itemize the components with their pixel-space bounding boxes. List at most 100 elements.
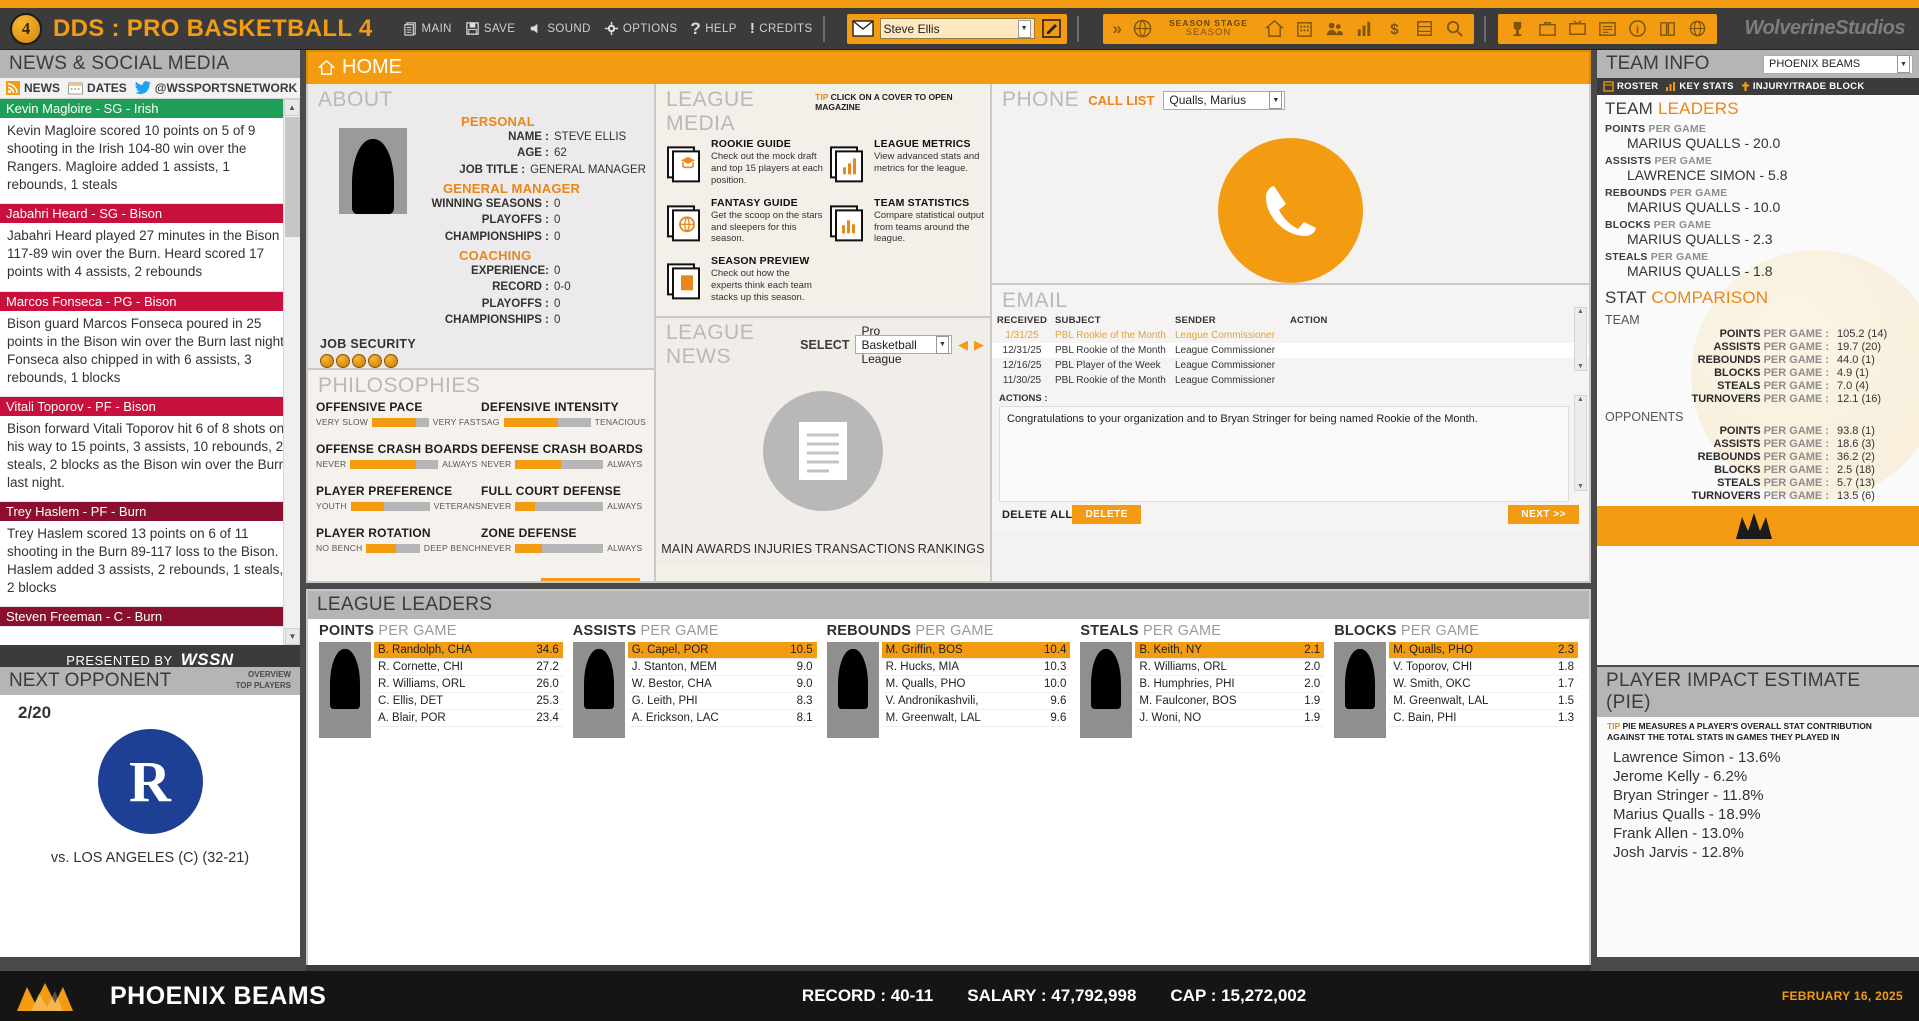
phone-button[interactable]: [1218, 138, 1363, 283]
magazine-cover[interactable]: ROOKIE GUIDE Check out the mock draft and…: [660, 138, 823, 187]
philosophy-slider[interactable]: [515, 459, 604, 469]
info-icon[interactable]: i: [1628, 19, 1647, 38]
home-icon[interactable]: [1264, 19, 1284, 38]
philosophy-slider[interactable]: [350, 459, 439, 469]
link-overview[interactable]: OVERVIEW: [248, 670, 291, 679]
pie-row[interactable]: Josh Jarvis - 12.8%: [1597, 843, 1919, 862]
tab-injuries[interactable]: INJURIES: [754, 542, 813, 556]
leader-row[interactable]: W. Smith, OKC 1.7: [1389, 676, 1578, 693]
next-button[interactable]: ▶: [974, 337, 984, 353]
leader-row[interactable]: J. Stanton, MEM 9.0: [627, 659, 817, 676]
scroll-up-button[interactable]: ▲: [284, 99, 300, 116]
magazine-cover[interactable]: TEAM STATISTICS Compare statistical outpu…: [823, 197, 986, 246]
user-select[interactable]: Steve Ellis ▼: [879, 18, 1035, 39]
philosophy-item[interactable]: FULL COURT DEFENSE NEVER ALWAYS: [481, 484, 646, 511]
menu-item-sound[interactable]: SOUND: [528, 21, 591, 36]
tv-icon[interactable]: [1568, 19, 1587, 38]
briefcase-icon[interactable]: [1538, 19, 1557, 38]
philosophy-item[interactable]: PLAYER ROTATION NO BENCH DEEP BENCH: [316, 526, 481, 553]
league-select[interactable]: Pro Basketball League ▼: [855, 324, 952, 366]
link-top-players[interactable]: TOP PLAYERS: [236, 681, 291, 690]
leader-row[interactable]: B. Keith, NY 2.1: [1135, 642, 1325, 659]
scroll-down-button[interactable]: ▼: [285, 628, 300, 645]
pie-row[interactable]: Marius Qualls - 18.9%: [1597, 805, 1919, 824]
philosophy-item[interactable]: PLAYER PREFERENCE YOUTH VETERANS: [316, 484, 481, 511]
news-item[interactable]: Kevin Magloire - SG - Irish Kevin Magloi…: [0, 99, 300, 205]
news-item[interactable]: Jabahri Heard - SG - Bison Jabahri Heard…: [0, 204, 300, 292]
leader-row[interactable]: B. Randolph, CHA 34.6: [374, 642, 563, 659]
leader-row[interactable]: R. Hucks, MIA 10.3: [881, 659, 1071, 676]
menu-item-save[interactable]: SAVE: [465, 21, 515, 36]
team-select[interactable]: PHOENIX BEAMS ▼: [1763, 54, 1913, 74]
email-list-scrollbar[interactable]: ▲ ▼: [1574, 307, 1587, 371]
tab-rankings[interactable]: RANKINGS: [918, 542, 985, 556]
email-row[interactable]: 12/16/25 PBL Player of the Week League C…: [992, 358, 1589, 373]
menu-item-credits[interactable]: ! CREDITS: [750, 20, 813, 37]
news-tab-dates[interactable]: DATES: [68, 81, 127, 95]
philosophy-item[interactable]: OFFENSIVE PACE VERY SLOW VERY FAST: [316, 400, 481, 427]
leader-row[interactable]: M. Qualls, PHO 2.3: [1389, 642, 1578, 659]
building-icon[interactable]: [1295, 19, 1314, 38]
tab-injury-trade-block[interactable]: INJURY/TRADE BLOCK: [1741, 81, 1865, 92]
globe-icon[interactable]: [1688, 19, 1707, 38]
philosophy-slider[interactable]: [350, 501, 430, 511]
tab-transactions[interactable]: TRANSACTIONS: [815, 542, 915, 556]
philosophy-item[interactable]: ZONE DEFENSE NEVER ALWAYS: [481, 526, 646, 553]
leader-row[interactable]: A. Blair, POR 23.4: [374, 710, 563, 727]
news-item[interactable]: Steven Freeman - C - Burn: [0, 607, 300, 628]
leader-row[interactable]: M. Greenwalt, LAL 1.5: [1389, 693, 1578, 710]
leader-row[interactable]: J. Woni, NO 1.9: [1135, 710, 1325, 727]
philosophy-slider[interactable]: [515, 501, 604, 511]
news-item[interactable]: Vitali Toporov - PF - Bison Bison forwar…: [0, 396, 300, 503]
pie-row[interactable]: Jerome Kelly - 6.2%: [1597, 767, 1919, 786]
news-tab-twitter[interactable]: @WSSPORTSNETWORK: [134, 81, 297, 95]
magazine-cover[interactable]: SEASON PREVIEW Check out how the experts …: [660, 255, 823, 304]
leader-row[interactable]: B. Humphries, PHI 2.0: [1135, 676, 1325, 693]
people-icon[interactable]: [1325, 19, 1344, 38]
prev-button[interactable]: ◀: [958, 337, 968, 353]
leader-row[interactable]: V. Toporov, CHI 1.8: [1389, 659, 1578, 676]
delete-button[interactable]: DELETE: [1072, 505, 1141, 524]
pie-row[interactable]: Frank Allen - 13.0%: [1597, 824, 1919, 843]
news-item[interactable]: Trey Haslem - PF - Burn Trey Haslem scor…: [0, 502, 300, 608]
leader-row[interactable]: G. Leith, PHI 8.3: [627, 693, 817, 710]
tab-key-stats[interactable]: KEY STATS: [1665, 81, 1734, 92]
edit-philosophies-button[interactable]: EDIT: [540, 578, 640, 581]
basketball-icon[interactable]: [1133, 19, 1152, 38]
philosophy-item[interactable]: DEFENSE CRASH BOARDS NEVER ALWAYS: [481, 442, 646, 469]
philosophy-slider[interactable]: [515, 543, 604, 553]
philosophy-slider[interactable]: [366, 543, 420, 553]
philosophy-item[interactable]: DEFENSIVE INTENSITY SAG TENACIOUS: [481, 400, 646, 427]
menu-item-help[interactable]: ? HELP: [690, 19, 736, 39]
email-row[interactable]: 12/31/25 PBL Rookie of the Month League …: [992, 343, 1589, 358]
tab-awards[interactable]: AWARDS: [696, 542, 751, 556]
philosophy-slider[interactable]: [503, 417, 591, 427]
leader-row[interactable]: W. Bestor, CHA 9.0: [627, 676, 817, 693]
email-row[interactable]: 11/30/25 PBL Rookie of the Month League …: [992, 373, 1589, 388]
menu-item-main[interactable]: MAIN: [403, 21, 452, 36]
philosophy-slider[interactable]: [372, 417, 429, 427]
tab-roster[interactable]: ROSTER: [1603, 81, 1658, 92]
grid-icon[interactable]: [1415, 19, 1434, 38]
leader-row[interactable]: M. Faulconer, BOS 1.9: [1135, 693, 1325, 710]
chevron-down-icon[interactable]: ▼: [1897, 55, 1910, 73]
email-row[interactable]: 1/31/25 PBL Rookie of the Month League C…: [992, 328, 1589, 343]
search-icon[interactable]: [1445, 19, 1464, 38]
news-scrollbar[interactable]: ▲ ▼: [283, 99, 300, 645]
leader-row[interactable]: R. Williams, ORL 2.0: [1135, 659, 1325, 676]
chart-icon[interactable]: [1355, 19, 1374, 38]
leader-row[interactable]: M. Qualls, PHO 10.0: [881, 676, 1071, 693]
pie-row[interactable]: Lawrence Simon - 13.6%: [1597, 748, 1919, 767]
leader-row[interactable]: R. Cornette, CHI 27.2: [374, 659, 563, 676]
magazine-cover[interactable]: LEAGUE METRICS View advanced stats and me…: [823, 138, 986, 187]
chevron-down-icon[interactable]: ▼: [1269, 91, 1283, 109]
delete-all-label[interactable]: DELETE ALL: [1002, 509, 1072, 521]
news-icon[interactable]: [1598, 19, 1617, 38]
book-icon[interactable]: [1658, 19, 1677, 38]
menu-item-options[interactable]: OPTIONS: [604, 21, 678, 36]
leader-row[interactable]: M. Greenwalt, LAL 9.6: [881, 710, 1071, 727]
news-tab-news[interactable]: NEWS: [6, 81, 60, 95]
envelope-icon[interactable]: [851, 20, 874, 37]
leader-row[interactable]: C. Ellis, DET 25.3: [374, 693, 563, 710]
next-email-button[interactable]: NEXT >>: [1508, 505, 1579, 524]
